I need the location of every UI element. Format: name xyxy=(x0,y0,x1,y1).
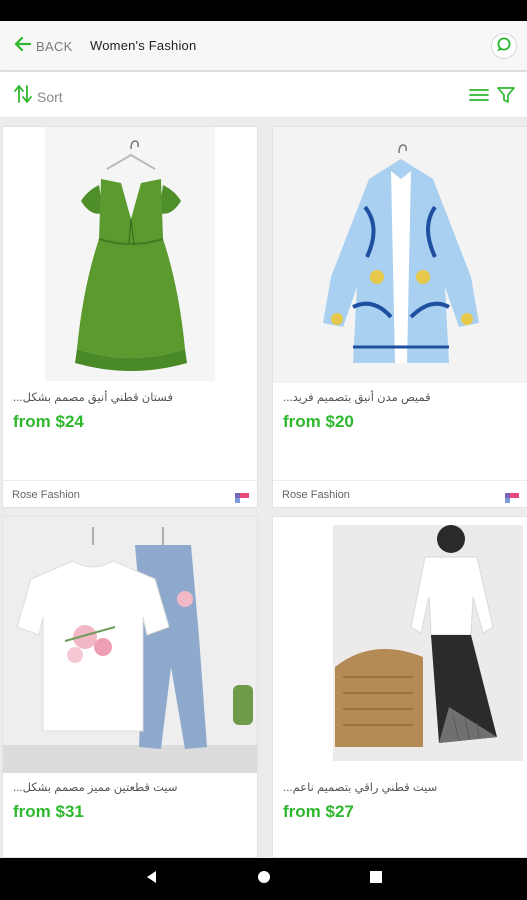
filter-funnel-icon xyxy=(495,87,517,110)
sort-label: Sort xyxy=(37,88,63,105)
list-view-button[interactable] xyxy=(468,85,490,105)
system-nav-bar xyxy=(0,858,527,900)
seller-name: Rose Fashion xyxy=(12,489,80,501)
product-card[interactable]: سيت قطني راقي بتصميم ناعم... from $27 xyxy=(272,516,527,858)
sort-button[interactable]: Sort xyxy=(13,83,63,110)
product-name: قميص مدن أنيق بتصميم فريد... xyxy=(283,392,431,404)
product-image xyxy=(273,517,527,773)
nav-home-button[interactable] xyxy=(254,869,274,889)
product-image xyxy=(3,517,257,773)
product-card[interactable]: قميص مدن أنيق بتصميم فريد... from $20 Ro… xyxy=(272,126,527,508)
filter-button[interactable] xyxy=(495,84,517,106)
toolbar: Sort xyxy=(0,72,527,118)
sort-arrows-icon xyxy=(13,83,33,110)
arrow-left-icon xyxy=(14,36,32,57)
flag-icon xyxy=(505,490,519,503)
triangle-back-icon xyxy=(145,870,159,889)
seller-row: Rose Fashion xyxy=(3,480,257,507)
back-label: BACK xyxy=(36,38,73,54)
chat-button[interactable] xyxy=(491,33,517,59)
product-image xyxy=(3,127,257,383)
square-recents-icon xyxy=(369,870,383,889)
page-title: Women's Fashion xyxy=(90,38,197,53)
product-card[interactable]: فستان قطني أنيق مصمم بشكل... from $24 Ro… xyxy=(2,126,258,508)
seller-row: Rose Fashion xyxy=(273,480,527,507)
product-price: from $24 xyxy=(13,412,84,431)
flag-icon xyxy=(235,490,249,503)
product-name: فستان قطني أنيق مصمم بشكل... xyxy=(13,392,173,404)
product-name: سيت قطعتين مميز مصمم بشكل... xyxy=(13,782,178,794)
product-card[interactable]: سيت قطعتين مميز مصمم بشكل... from $31 xyxy=(2,516,258,858)
seller-name: Rose Fashion xyxy=(282,489,350,501)
product-image xyxy=(273,127,527,383)
nav-recents-button[interactable] xyxy=(366,869,386,889)
back-button[interactable]: BACK xyxy=(14,34,73,58)
circle-home-icon xyxy=(257,870,271,889)
product-price: from $31 xyxy=(13,802,84,821)
product-price: from $20 xyxy=(283,412,354,431)
nav-back-button[interactable] xyxy=(142,869,162,889)
status-bar xyxy=(0,0,527,21)
product-name: سيت قطني راقي بتصميم ناعم... xyxy=(283,782,438,794)
chat-bubble-icon xyxy=(496,36,512,57)
app-bar: BACK Women's Fashion xyxy=(0,21,527,71)
product-price: from $27 xyxy=(283,802,354,821)
list-view-icon xyxy=(468,89,490,109)
